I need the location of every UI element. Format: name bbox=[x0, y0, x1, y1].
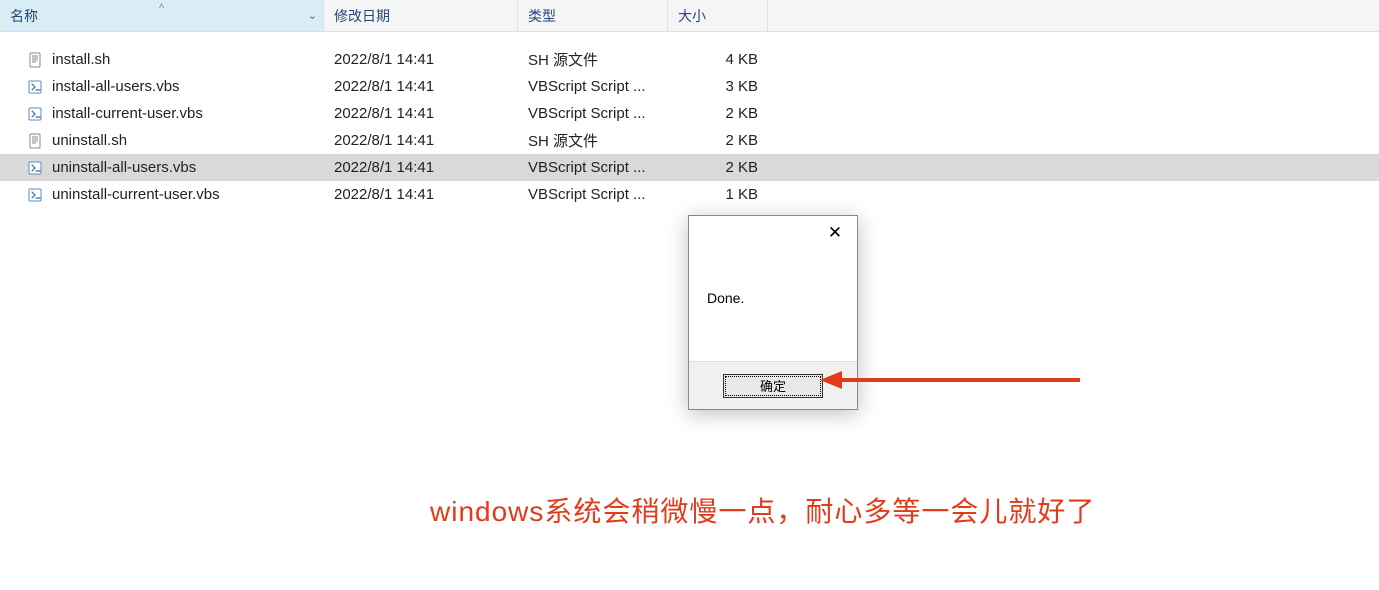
file-name-cell: install-current-user.vbs bbox=[0, 105, 324, 122]
file-name: uninstall.sh bbox=[52, 132, 127, 149]
file-type: SH 源文件 bbox=[518, 49, 668, 70]
column-header-name[interactable]: ˄ 名称 ⌄ bbox=[0, 0, 324, 31]
file-size: 1 KB bbox=[668, 186, 768, 203]
file-size: 2 KB bbox=[668, 159, 768, 176]
sh-file-icon bbox=[28, 52, 44, 68]
dialog-footer: 确定 bbox=[689, 361, 857, 409]
file-name-cell: install.sh bbox=[0, 51, 324, 68]
file-type: VBScript Script ... bbox=[518, 186, 668, 203]
sh-file-icon bbox=[28, 133, 44, 149]
file-date: 2022/8/1 14:41 bbox=[324, 159, 518, 176]
file-size: 2 KB bbox=[668, 132, 768, 149]
file-row[interactable]: uninstall-current-user.vbs 2022/8/1 14:41… bbox=[0, 181, 1379, 208]
annotation-arrow-icon bbox=[820, 367, 1080, 393]
column-header-date[interactable]: 修改日期 bbox=[324, 0, 518, 31]
file-name: uninstall-current-user.vbs bbox=[52, 186, 220, 203]
close-icon[interactable]: ✕ bbox=[821, 219, 849, 247]
file-name: uninstall-all-users.vbs bbox=[52, 159, 196, 176]
file-row[interactable]: uninstall.sh 2022/8/1 14:41SH 源文件2 KB bbox=[0, 127, 1379, 154]
ok-button[interactable]: 确定 bbox=[723, 374, 823, 398]
file-name-cell: uninstall-current-user.vbs bbox=[0, 186, 324, 203]
file-size: 2 KB bbox=[668, 105, 768, 122]
sort-asc-icon: ˄ bbox=[159, 1, 165, 12]
file-type: SH 源文件 bbox=[518, 130, 668, 151]
file-row[interactable]: uninstall-all-users.vbs 2022/8/1 14:41VBS… bbox=[0, 154, 1379, 181]
file-size: 3 KB bbox=[668, 78, 768, 95]
column-header-type[interactable]: 类型 bbox=[518, 0, 668, 31]
file-row[interactable]: install-all-users.vbs 2022/8/1 14:41VBScr… bbox=[0, 73, 1379, 100]
vbs-file-icon bbox=[28, 79, 44, 95]
file-type: VBScript Script ... bbox=[518, 159, 668, 176]
file-name-cell: uninstall.sh bbox=[0, 132, 324, 149]
vbs-file-icon bbox=[28, 160, 44, 176]
file-type: VBScript Script ... bbox=[518, 78, 668, 95]
file-name-cell: uninstall-all-users.vbs bbox=[0, 159, 324, 176]
file-row[interactable]: install-current-user.vbs 2022/8/1 14:41VB… bbox=[0, 100, 1379, 127]
file-name: install.sh bbox=[52, 51, 110, 68]
file-name: install-current-user.vbs bbox=[52, 105, 203, 122]
file-date: 2022/8/1 14:41 bbox=[324, 105, 518, 122]
column-header-label: 修改日期 bbox=[334, 6, 390, 26]
file-name-cell: install-all-users.vbs bbox=[0, 78, 324, 95]
file-size: 4 KB bbox=[668, 51, 768, 68]
dialog-titlebar: ✕ bbox=[689, 216, 857, 250]
file-type: VBScript Script ... bbox=[518, 105, 668, 122]
column-header-size[interactable]: 大小 bbox=[668, 0, 768, 31]
vbs-file-icon bbox=[28, 106, 44, 122]
file-list: install.sh2022/8/1 14:41SH 源文件4 KBinstal… bbox=[0, 32, 1379, 208]
file-name: install-all-users.vbs bbox=[52, 78, 180, 95]
file-date: 2022/8/1 14:41 bbox=[324, 132, 518, 149]
file-date: 2022/8/1 14:41 bbox=[324, 186, 518, 203]
column-header-label: 大小 bbox=[678, 6, 706, 26]
vbs-file-icon bbox=[28, 187, 44, 203]
done-dialog: ✕ Done. 确定 bbox=[688, 215, 858, 410]
file-row[interactable]: install.sh 2022/8/1 14:41SH 源文件4 KB bbox=[0, 46, 1379, 73]
annotation-text: windows系统会稍微慢一点，耐心多等一会儿就好了 bbox=[430, 490, 1095, 530]
column-header-row: ˄ 名称 ⌄ 修改日期 类型 大小 bbox=[0, 0, 1379, 32]
file-date: 2022/8/1 14:41 bbox=[324, 51, 518, 68]
dialog-message: Done. bbox=[689, 250, 857, 361]
chevron-down-icon[interactable]: ⌄ bbox=[308, 9, 317, 22]
file-date: 2022/8/1 14:41 bbox=[324, 78, 518, 95]
column-header-label: 类型 bbox=[528, 6, 556, 26]
column-header-label: 名称 bbox=[10, 6, 38, 26]
